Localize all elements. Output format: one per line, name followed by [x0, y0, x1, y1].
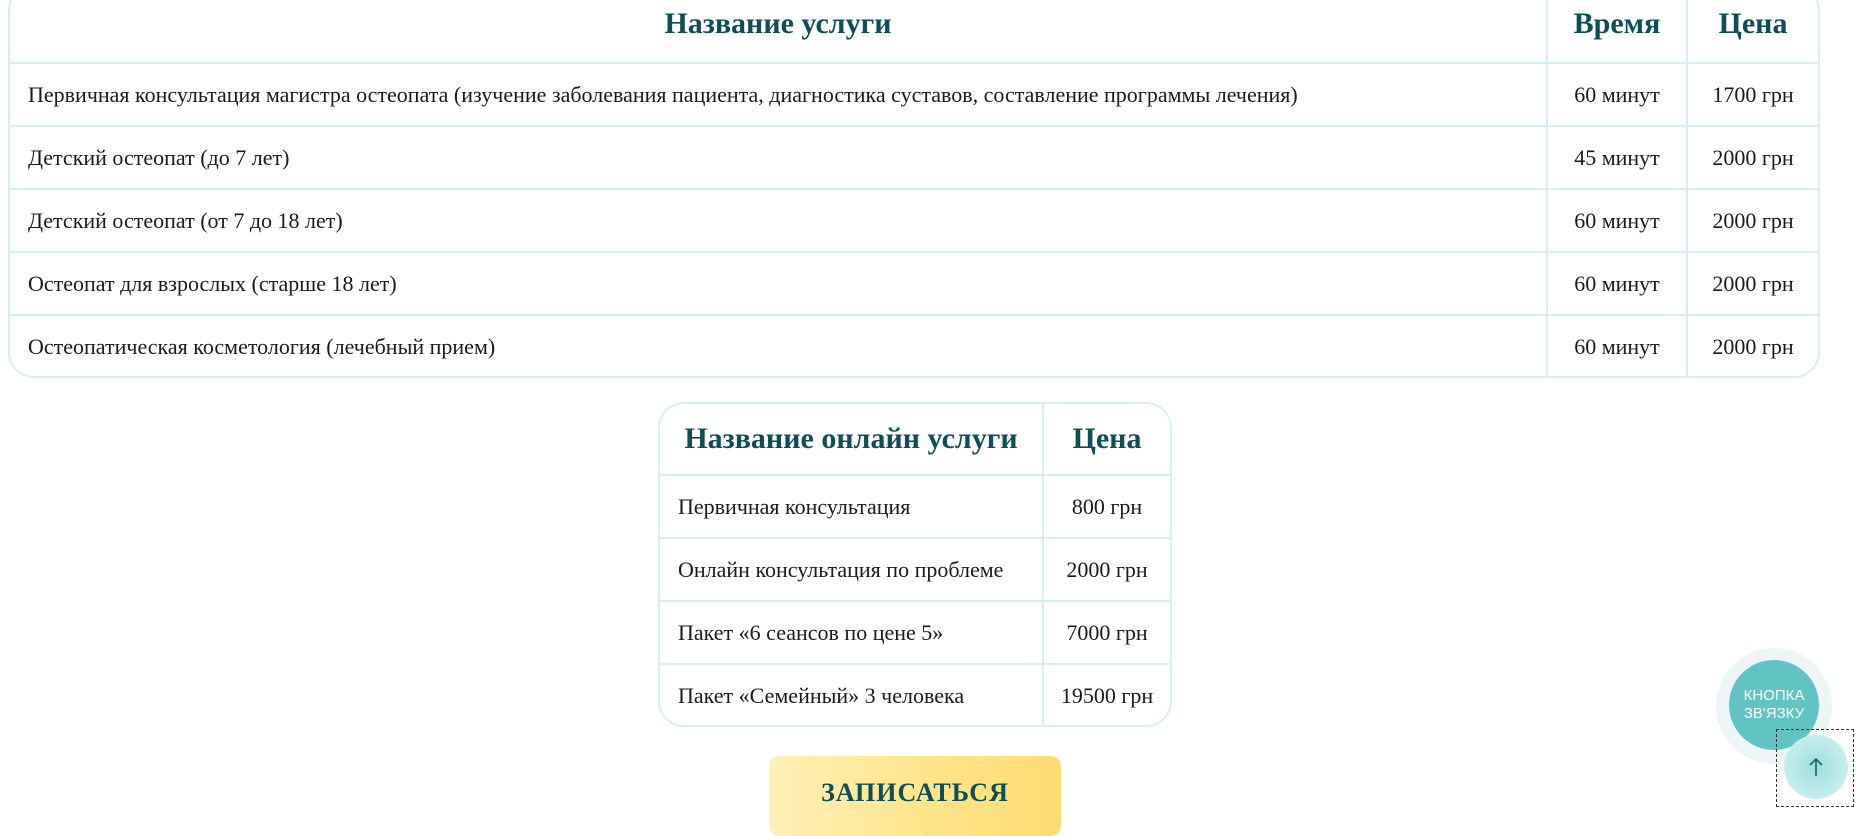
table-row: Остеопат для взрослых (старше 18 лет) 60…: [10, 251, 1818, 314]
service-name: Первичная консультация магистра остеопат…: [28, 81, 1298, 107]
online-services-table: Название онлайн услуги Цена Первичная ко…: [658, 402, 1172, 727]
service-time: 60 минут: [1546, 316, 1686, 376]
online-service-name: Онлайн консультация по проблеме: [678, 556, 1004, 582]
header-service-name: Название услуги: [664, 7, 892, 40]
service-price: 2000 грн: [1686, 253, 1818, 314]
table-row: Пакет «Семейный» 3 человека 19500 грн: [660, 663, 1170, 725]
service-name: Остеопатическая косметология (лечебный п…: [28, 333, 496, 359]
book-appointment-button[interactable]: ЗАПИСАТЬСЯ: [769, 756, 1061, 836]
service-time: 60 минут: [1546, 190, 1686, 251]
header-price: Цена: [1686, 0, 1818, 62]
service-price: 2000 грн: [1686, 127, 1818, 188]
service-price: 2000 грн: [1686, 190, 1818, 251]
arrow-up-icon: [1809, 757, 1823, 776]
service-name: Остеопат для взрослых (старше 18 лет): [28, 270, 397, 296]
scroll-to-top-button[interactable]: [1784, 735, 1848, 799]
table-row: Онлайн консультация по проблеме 2000 грн: [660, 537, 1170, 600]
online-service-name: Пакет «6 сеансов по цене 5»: [678, 619, 944, 645]
table-row: Пакет «6 сеансов по цене 5» 7000 грн: [660, 600, 1170, 663]
online-service-price: 800 грн: [1042, 476, 1170, 537]
table-row: Первичная консультация магистра остеопат…: [10, 62, 1818, 125]
table-row: Остеопатическая косметология (лечебный п…: [10, 314, 1818, 376]
table-row: Первичная консультация 800 грн: [660, 474, 1170, 537]
table-row: Детский остеопат (от 7 до 18 лет) 60 мин…: [10, 188, 1818, 251]
service-time: 60 минут: [1546, 253, 1686, 314]
online-table-header: Название онлайн услуги Цена: [660, 404, 1170, 474]
service-name: Детский остеопат (от 7 до 18 лет): [28, 207, 343, 233]
service-time: 60 минут: [1546, 64, 1686, 125]
service-time: 45 минут: [1546, 127, 1686, 188]
online-service-name: Пакет «Семейный» 3 человека: [678, 682, 965, 708]
header-online-service-name: Название онлайн услуги: [684, 422, 1018, 455]
service-name: Детский остеопат (до 7 лет): [28, 144, 290, 170]
online-service-price: 2000 грн: [1042, 539, 1170, 600]
services-table: Название услуги Время Цена Первичная кон…: [8, 0, 1820, 378]
online-service-price: 7000 грн: [1042, 602, 1170, 663]
header-online-price: Цена: [1042, 404, 1170, 474]
online-service-name: Первичная консультация: [678, 493, 911, 519]
table-row: Детский остеопат (до 7 лет) 45 минут 200…: [10, 125, 1818, 188]
services-table-header: Название услуги Время Цена: [10, 0, 1818, 62]
online-service-price: 19500 грн: [1042, 665, 1170, 725]
header-time: Время: [1546, 0, 1686, 62]
service-price: 2000 грн: [1686, 316, 1818, 376]
service-price: 1700 грн: [1686, 64, 1818, 125]
